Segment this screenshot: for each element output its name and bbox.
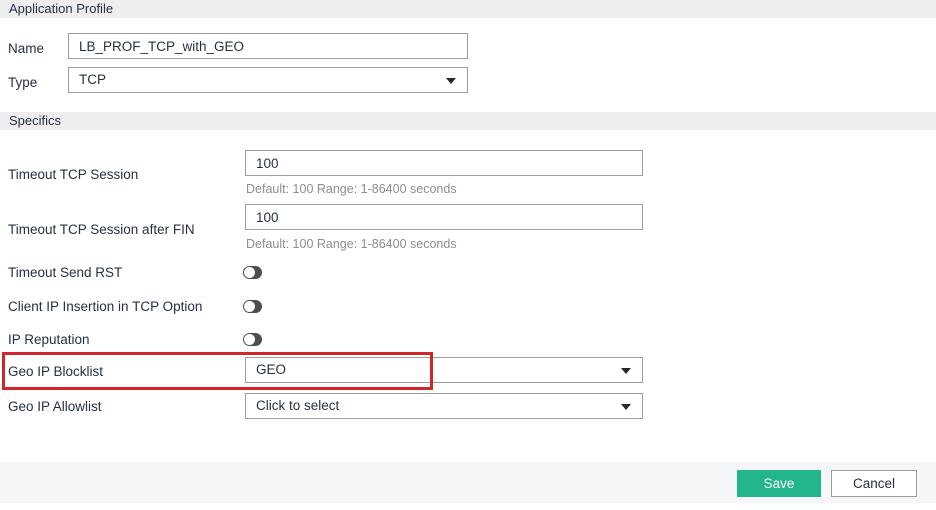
name-label: Name bbox=[8, 41, 44, 56]
chevron-down-icon bbox=[621, 404, 631, 410]
geo-ip-allowlist-value: Click to select bbox=[256, 398, 339, 413]
timeout-tcp-session-after-fin-help: Default: 100 Range: 1-86400 seconds bbox=[246, 237, 457, 251]
ip-reputation-label: IP Reputation bbox=[8, 332, 90, 347]
type-select-value: TCP bbox=[79, 72, 106, 87]
type-label: Type bbox=[8, 75, 37, 90]
geo-ip-allowlist-select[interactable]: Click to select bbox=[245, 393, 643, 419]
geo-ip-blocklist-select[interactable]: GEO bbox=[245, 357, 643, 383]
toggle-knob bbox=[244, 334, 255, 345]
geo-ip-blocklist-label: Geo IP Blocklist bbox=[8, 364, 103, 379]
client-ip-insertion-toggle[interactable] bbox=[243, 300, 262, 313]
timeout-tcp-session-after-fin-label: Timeout TCP Session after FIN bbox=[8, 222, 195, 237]
type-select[interactable]: TCP bbox=[68, 67, 468, 93]
ip-reputation-toggle[interactable] bbox=[243, 333, 262, 346]
client-ip-insertion-label: Client IP Insertion in TCP Option bbox=[8, 299, 202, 314]
application-profile-form: Application Profile Name Type TCP Specif… bbox=[0, 0, 936, 510]
timeout-tcp-session-input[interactable] bbox=[245, 150, 643, 176]
timeout-tcp-session-help: Default: 100 Range: 1-86400 seconds bbox=[246, 182, 457, 196]
timeout-send-rst-toggle[interactable] bbox=[243, 266, 262, 279]
cancel-button[interactable]: Cancel bbox=[831, 470, 917, 497]
geo-ip-allowlist-label: Geo IP Allowlist bbox=[8, 399, 102, 414]
specifics-section-title: Specifics bbox=[0, 112, 936, 130]
timeout-tcp-session-label: Timeout TCP Session bbox=[8, 167, 138, 182]
name-input[interactable] bbox=[68, 33, 468, 59]
toggle-knob bbox=[244, 267, 255, 278]
chevron-down-icon bbox=[621, 368, 631, 374]
chevron-down-icon bbox=[446, 78, 456, 84]
save-button[interactable]: Save bbox=[737, 470, 821, 497]
geo-ip-blocklist-value: GEO bbox=[256, 362, 286, 377]
toggle-knob bbox=[244, 301, 255, 312]
timeout-tcp-session-after-fin-input[interactable] bbox=[245, 204, 643, 230]
page-title: Application Profile bbox=[0, 0, 936, 18]
timeout-send-rst-label: Timeout Send RST bbox=[8, 265, 122, 280]
